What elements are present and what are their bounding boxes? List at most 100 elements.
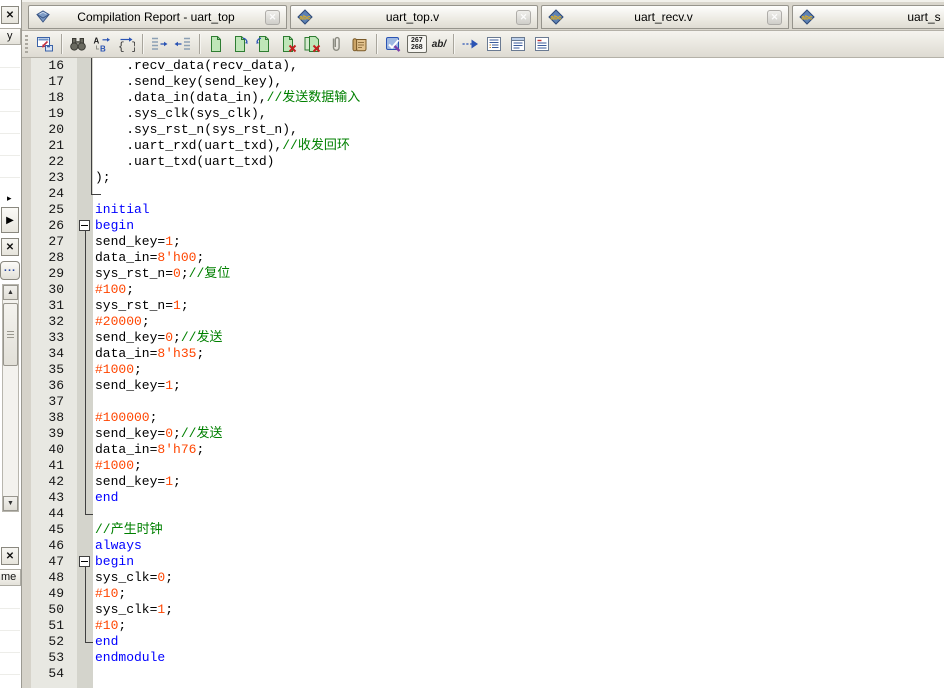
code-line[interactable]: 51#10; xyxy=(22,618,944,634)
code-line[interactable]: 48sys_clk=0; xyxy=(22,570,944,586)
code-line[interactable]: 45//产生时钟 xyxy=(22,522,944,538)
tcl-script-icon[interactable] xyxy=(349,33,371,55)
panel-close-icon[interactable]: ✕ xyxy=(1,6,19,24)
more-button[interactable]: ... xyxy=(0,261,20,280)
code-line[interactable]: 22 .uart_txd(uart_txd) xyxy=(22,154,944,170)
tab-label: uart_recv.v xyxy=(564,10,763,24)
code-line[interactable]: 16 .recv_data(recv_data), xyxy=(22,58,944,74)
code-line[interactable]: 46always xyxy=(22,538,944,554)
comment-icon[interactable]: ab/ xyxy=(430,33,448,55)
save-hdl-icon[interactable] xyxy=(34,33,56,55)
fold-margin xyxy=(77,314,93,330)
name-column-header[interactable]: me xyxy=(0,569,21,586)
code-line[interactable]: 36send_key=1; xyxy=(22,378,944,394)
code-line[interactable]: 21 .uart_rxd(uart_txd),//收发回环 xyxy=(22,138,944,154)
tab-close-icon[interactable]: ✕ xyxy=(767,10,782,25)
code-text: ); xyxy=(93,170,944,186)
svg-text:abc: abc xyxy=(299,15,311,22)
match-brace-icon[interactable]: { } xyxy=(115,33,137,55)
previous-bookmark-icon[interactable] xyxy=(253,33,275,55)
next-bookmark-icon[interactable] xyxy=(229,33,251,55)
code-line[interactable]: 39send_key=0;//发送 xyxy=(22,426,944,442)
tab-uart-s[interactable]: abcuart_s xyxy=(792,5,944,29)
svg-text:abc: abc xyxy=(550,15,562,22)
line-count-indicator[interactable]: 267268 xyxy=(407,35,427,53)
find-icon[interactable] xyxy=(67,33,89,55)
hierarchy-column-header[interactable]: y xyxy=(0,28,21,45)
attach-icon[interactable] xyxy=(325,33,347,55)
code-line[interactable]: 47begin xyxy=(22,554,944,570)
code-line[interactable]: 20 .sys_rst_n(sys_rst_n), xyxy=(22,122,944,138)
fold-margin xyxy=(77,170,93,186)
code-line[interactable]: 17 .send_key(send_key), xyxy=(22,74,944,90)
tab-close-icon[interactable]: ✕ xyxy=(516,10,531,25)
play-button[interactable]: ▶ xyxy=(1,207,19,233)
code-line[interactable]: 50sys_clk=1; xyxy=(22,602,944,618)
code-text: sys_rst_n=1; xyxy=(93,298,944,314)
fold-margin xyxy=(77,138,93,154)
unindent-icon[interactable] xyxy=(172,33,194,55)
code-line[interactable]: 41#1000; xyxy=(22,458,944,474)
scrollbar-thumb[interactable] xyxy=(3,303,18,366)
fold-margin xyxy=(77,378,93,394)
panel-scrollbar[interactable]: ▲ ▼ xyxy=(2,284,19,512)
panel-close-icon-2[interactable]: ✕ xyxy=(1,238,19,256)
code-line[interactable]: 34data_in=8'h35; xyxy=(22,346,944,362)
clear-all-bookmarks-icon[interactable] xyxy=(301,33,323,55)
code-line[interactable]: 29sys_rst_n=0;//复位 xyxy=(22,266,944,282)
indent-icon[interactable] xyxy=(148,33,170,55)
toolbar-grip[interactable] xyxy=(25,35,28,53)
fold-margin xyxy=(77,346,93,362)
code-line[interactable]: 23); xyxy=(22,170,944,186)
tab-close-icon[interactable]: ✕ xyxy=(265,10,280,25)
fold-margin xyxy=(77,330,93,346)
goto-icon[interactable] xyxy=(459,33,481,55)
code-line[interactable]: 33send_key=0;//发送 xyxy=(22,330,944,346)
code-line[interactable]: 18 .data_in(data_in),//发送数据输入 xyxy=(22,90,944,106)
tab-uart-recv-v[interactable]: abcuart_recv.v ✕ xyxy=(541,5,789,29)
code-line[interactable]: 44 xyxy=(22,506,944,522)
clear-bookmark-icon[interactable] xyxy=(277,33,299,55)
code-line[interactable]: 26begin xyxy=(22,218,944,234)
code-line[interactable]: 31sys_rst_n=1; xyxy=(22,298,944,314)
replace-icon[interactable]: AB xyxy=(91,33,113,55)
tab-uart-top-v[interactable]: abcuart_top.v✕ xyxy=(290,5,538,29)
line-number: 21 xyxy=(31,138,77,154)
code-line[interactable]: 19 .sys_clk(sys_clk), xyxy=(22,106,944,122)
analyze-file-icon[interactable] xyxy=(382,33,404,55)
line-number: 48 xyxy=(31,570,77,586)
code-line[interactable]: 54 xyxy=(22,666,944,682)
line-number: 43 xyxy=(31,490,77,506)
code-line[interactable]: 25initial xyxy=(22,202,944,218)
fold-toggle-icon[interactable] xyxy=(79,220,90,231)
code-line[interactable]: 53endmodule xyxy=(22,650,944,666)
code-line[interactable]: 40data_in=8'h76; xyxy=(22,442,944,458)
code-line[interactable]: 52end xyxy=(22,634,944,650)
properties-document-icon[interactable] xyxy=(531,33,553,55)
code-line[interactable]: 43end xyxy=(22,490,944,506)
line-number: 35 xyxy=(31,362,77,378)
fold-toggle-icon[interactable] xyxy=(79,556,90,567)
code-editor[interactable]: 16 .recv_data(recv_data),17 .send_key(se… xyxy=(22,58,944,688)
code-line[interactable]: 28data_in=8'h00; xyxy=(22,250,944,266)
code-line[interactable]: 30#100; xyxy=(22,282,944,298)
insert-file-icon[interactable] xyxy=(507,33,529,55)
panel-close-icon-3[interactable]: ✕ xyxy=(1,547,19,565)
scroll-up-icon[interactable]: ▲ xyxy=(3,285,18,300)
code-line[interactable]: 37 xyxy=(22,394,944,410)
fold-margin xyxy=(77,426,93,442)
expand-arrow-icon[interactable]: ▸ xyxy=(7,193,12,203)
template-document-icon[interactable] xyxy=(483,33,505,55)
code-line[interactable]: 42send_key=1; xyxy=(22,474,944,490)
toggle-bookmark-icon[interactable] xyxy=(205,33,227,55)
code-line[interactable]: 49#10; xyxy=(22,586,944,602)
code-line[interactable]: 35#1000; xyxy=(22,362,944,378)
code-line[interactable]: 27send_key=1; xyxy=(22,234,944,250)
code-line[interactable]: 38#100000; xyxy=(22,410,944,426)
scroll-down-icon[interactable]: ▼ xyxy=(3,496,18,511)
tab-compilation-report[interactable]: Compilation Report - uart_top✕ xyxy=(28,5,287,29)
code-text xyxy=(93,666,944,682)
line-number: 28 xyxy=(31,250,77,266)
code-line[interactable]: 32#20000; xyxy=(22,314,944,330)
code-line[interactable]: 24 xyxy=(22,186,944,202)
